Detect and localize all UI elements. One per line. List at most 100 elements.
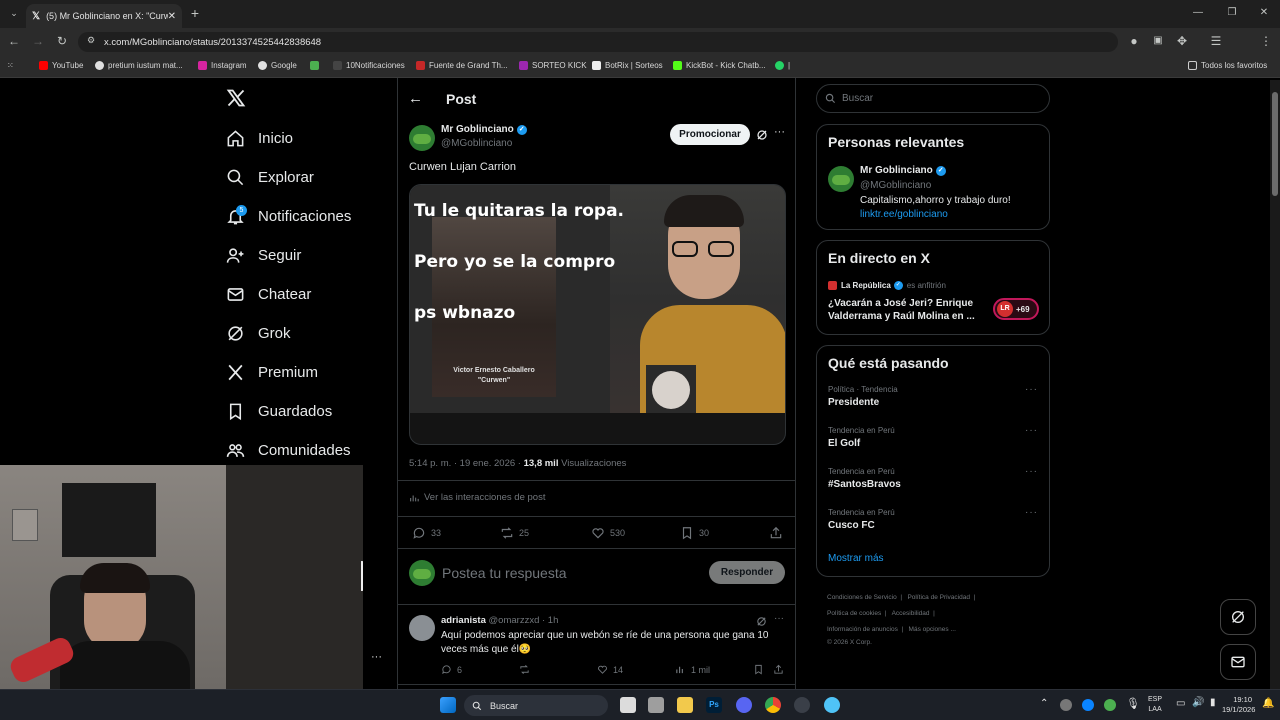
footer-more[interactable]: Más opciones ... (909, 626, 956, 633)
bookmark-kickbot[interactable]: KickBot - Kick Chatb... (673, 61, 766, 70)
nav-chat[interactable]: Chatear (226, 279, 311, 309)
trend-item[interactable]: Tendencia en Perú El Golf (828, 426, 895, 449)
microphone-icon[interactable]: 🎙 (1126, 697, 1140, 710)
author-name[interactable]: Mr Goblinciano ✓ (441, 124, 527, 135)
trend-more-icon[interactable]: ··· (1025, 384, 1038, 395)
task-view-icon[interactable] (620, 697, 636, 713)
address-bar[interactable]: ⚙ x.com/MGoblinciano/status/201337452544… (78, 32, 1118, 52)
reply-avatar[interactable] (409, 615, 435, 641)
nav-grok[interactable]: Grok (226, 318, 291, 348)
reply-input[interactable]: Postea tu respuesta (442, 565, 567, 581)
notification-bell-icon[interactable]: 🔔 (1262, 698, 1274, 709)
author-handle[interactable]: @MGoblinciano (441, 138, 512, 149)
browser-tab[interactable]: 𝕏 (5) Mr Goblinciano en X: "Curwen ✕ (26, 4, 182, 28)
extension-icon[interactable]: ● (1124, 31, 1144, 51)
bookmark-colorful[interactable] (310, 61, 323, 70)
reload-icon[interactable]: ↻ (52, 31, 72, 51)
relevant-handle[interactable]: @MGoblinciano (860, 180, 931, 191)
nav-home[interactable]: Inicio (226, 123, 293, 153)
apps-icon[interactable]: ⁙ (7, 61, 14, 70)
bookmark-botrix[interactable]: BotRix | Sorteos (592, 61, 663, 70)
live-host[interactable]: La República ✓ es anfitrión (828, 281, 946, 290)
bookmark-instagram[interactable]: Instagram (198, 61, 247, 70)
nav-premium[interactable]: Premium (226, 357, 318, 387)
footer-accessibility[interactable]: Accesibilidad (892, 610, 930, 617)
share-button[interactable] (769, 526, 788, 540)
tray-app-2-icon[interactable] (1104, 699, 1116, 711)
file-explorer-icon[interactable] (677, 697, 693, 713)
nav-bookmarks[interactable]: Guardados (226, 396, 332, 426)
grok-float-button[interactable] (1220, 599, 1256, 635)
extensions-puzzle-icon[interactable]: ✥ (1172, 31, 1192, 51)
photoshop-icon[interactable]: Ps (706, 697, 722, 713)
site-info-icon[interactable]: ⚙ (87, 35, 95, 46)
promote-button[interactable]: Promocionar (670, 124, 750, 145)
trend-item[interactable]: Tendencia en Perú Cusco FC (828, 508, 895, 531)
trend-more-icon[interactable]: ··· (1025, 425, 1038, 436)
discord-icon[interactable] (736, 697, 752, 713)
reply-submit-button[interactable]: Responder (709, 561, 785, 584)
bookmark-whatsapp[interactable]: | (775, 61, 790, 70)
close-tab-icon[interactable]: ✕ (168, 11, 176, 22)
app-globe-icon[interactable] (824, 697, 840, 713)
extension-2-icon[interactable]: ▣ (1148, 31, 1168, 51)
maximize-icon[interactable]: ❐ (1222, 3, 1242, 23)
footer-privacy[interactable]: Política de Privacidad (907, 594, 970, 601)
grok-reply-icon[interactable] (756, 616, 767, 627)
battery-icon[interactable]: ▮ (1210, 697, 1216, 708)
minimize-icon[interactable]: — (1188, 3, 1208, 23)
bookmark-10notificaciones[interactable]: 10Notificaciones (333, 61, 405, 70)
reply-share-button[interactable] (773, 664, 789, 675)
forward-icon[interactable]: → (28, 31, 48, 51)
show-more-link[interactable]: Mostrar más (828, 553, 884, 564)
bookmark-gta-font[interactable]: Fuente de Grand Th... (416, 61, 508, 70)
reply-like-button[interactable]: 14 (597, 664, 623, 675)
trend-item[interactable]: Tendencia en Perú #SantosBravos (828, 467, 901, 490)
new-tab-button[interactable]: + (186, 3, 204, 23)
search-box[interactable]: Buscar (816, 84, 1050, 113)
clock[interactable]: 19:10 19/1/2026 (1222, 695, 1255, 715)
tray-app-icon[interactable] (1060, 699, 1072, 711)
x-logo-icon[interactable] (226, 88, 246, 108)
footer-ads-info[interactable]: Información de anuncios (827, 626, 898, 633)
network-icon[interactable]: ▭ (1176, 698, 1185, 709)
reply-views[interactable]: 1 mil (675, 664, 710, 675)
more-options-icon[interactable]: ··· (774, 126, 785, 138)
language-indicator[interactable]: ESP LAA (1148, 695, 1162, 715)
post-media[interactable]: Tu le quitaras la ropa. Pero yo se la co… (409, 184, 786, 445)
scrollbar-thumb[interactable] (1272, 92, 1278, 196)
reply-button[interactable]: 33 (412, 526, 441, 540)
live-text[interactable]: ¿Vacarán a José Jeri? Enrique Valderrama… (828, 297, 983, 323)
reply-reply-button[interactable]: 6 (441, 664, 462, 675)
reply-author-name[interactable]: adrianista (441, 615, 486, 626)
author-avatar[interactable] (409, 125, 435, 151)
nav-communities[interactable]: Comunidades (226, 435, 351, 465)
taskbar-search[interactable]: Buscar (464, 695, 608, 716)
reply-bookmark-button[interactable] (753, 664, 769, 675)
view-interactions-link[interactable]: Ver las interacciones de post (409, 492, 545, 503)
bookmark-button[interactable]: 30 (680, 526, 709, 540)
bookmark-youtube[interactable]: YouTube (39, 61, 83, 70)
obs-icon[interactable] (794, 697, 810, 713)
relevant-link[interactable]: linktr.ee/goblinciano (860, 209, 948, 220)
volume-icon[interactable]: 🔊 (1192, 697, 1204, 708)
bookmark-google[interactable]: Google (258, 61, 297, 70)
nav-follow[interactable]: Seguir (226, 240, 301, 270)
trend-more-icon[interactable]: ··· (1025, 507, 1038, 518)
trend-item[interactable]: Política · Tendencia Presidente (828, 385, 898, 408)
windows-start-icon[interactable] (440, 697, 456, 713)
back-icon[interactable]: ← (4, 31, 24, 51)
reading-list-icon[interactable]: ☰ (1206, 31, 1226, 51)
live-listeners[interactable]: LR +69 (993, 298, 1039, 320)
like-button[interactable]: 530 (591, 526, 625, 540)
footer-cookies[interactable]: Política de cookies (827, 610, 881, 617)
all-bookmarks[interactable]: Todos los favoritos (1188, 61, 1267, 70)
messages-float-button[interactable] (1220, 644, 1256, 680)
grok-post-icon[interactable] (756, 129, 768, 141)
footer-terms[interactable]: Condiciones de Servicio (827, 594, 897, 601)
tab-search-button[interactable]: ⌄ (4, 3, 24, 23)
relevant-name[interactable]: Mr Goblinciano ✓ (860, 165, 946, 176)
account-more-icon[interactable]: ··· (371, 651, 382, 663)
reply-more-icon[interactable]: ··· (774, 613, 784, 624)
reply-author-handle[interactable]: @omarzzxd · 1h (489, 615, 559, 626)
